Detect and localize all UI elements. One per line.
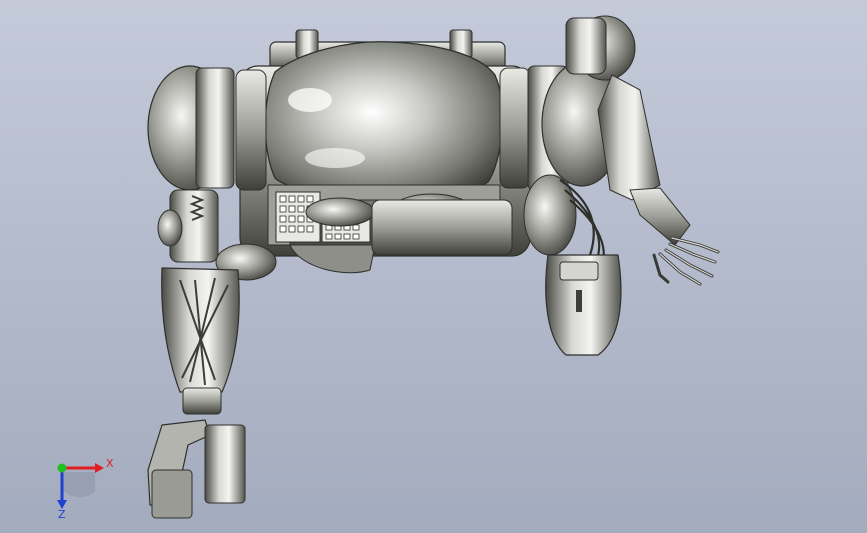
left-elbow-cap bbox=[157, 209, 183, 247]
z-axis-label: Z bbox=[58, 508, 66, 520]
right-knee-plate bbox=[559, 261, 599, 281]
y-axis-dot bbox=[57, 463, 67, 473]
triad-shadow bbox=[62, 472, 95, 498]
left-gripper-pad bbox=[151, 469, 193, 519]
torso-group[interactable] bbox=[239, 29, 531, 274]
right-thigh-slot bbox=[576, 290, 582, 312]
right-hip-group[interactable] bbox=[523, 174, 622, 356]
torso-lens-left bbox=[305, 197, 375, 227]
x-axis-label: X bbox=[106, 457, 114, 470]
axis-triad: X Z bbox=[57, 457, 114, 520]
left-shoulder-collar bbox=[195, 67, 235, 189]
torso-dome-shell bbox=[264, 41, 504, 200]
left-gripper-finger-right bbox=[204, 424, 246, 504]
left-shoulder-ring bbox=[235, 69, 267, 191]
3d-viewport[interactable]: X Z bbox=[0, 0, 867, 533]
dome-highlight bbox=[288, 88, 332, 112]
torso-side-plate-right bbox=[371, 199, 513, 256]
right-hand bbox=[652, 236, 720, 286]
dome-highlight-lower bbox=[305, 148, 365, 168]
right-upper-arm bbox=[597, 74, 661, 201]
left-wrist bbox=[182, 387, 222, 415]
torso-belly bbox=[289, 244, 376, 274]
right-forearm bbox=[629, 187, 691, 246]
right-shoulder-ring bbox=[499, 67, 531, 189]
left-shoulder-group[interactable] bbox=[147, 65, 267, 191]
right-upper-collar bbox=[565, 17, 607, 75]
x-axis-arrow bbox=[95, 463, 104, 473]
robot-model-view[interactable] bbox=[0, 0, 867, 533]
